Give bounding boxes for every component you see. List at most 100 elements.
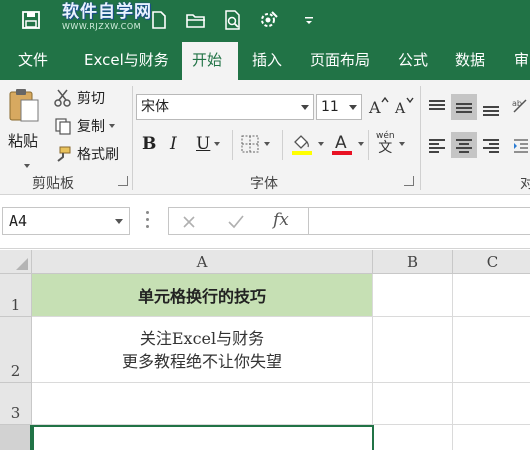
clipboard-dialog-launcher-icon[interactable] [118,176,128,186]
row-header-2[interactable]: 2 [0,317,32,383]
font-divider [232,130,233,160]
paste-button[interactable] [6,86,42,124]
underline-button[interactable]: U [196,134,221,154]
copy-label: 复制 [77,119,105,135]
paste-label: 粘贴 [8,132,39,150]
paste-dropdown-icon[interactable] [20,153,30,172]
formula-bar-resize-handle[interactable] [146,211,150,231]
formula-input[interactable] [308,207,530,235]
column-header-a[interactable]: A [32,250,373,274]
cell-b3[interactable] [373,383,453,425]
middle-align-button[interactable] [451,94,477,120]
watermark-main-text: 软件自学网 [62,2,152,22]
font-color-button[interactable]: A [330,132,364,156]
worksheet-grid: A B C 1 2 3 单元格换行的技巧 关注Excel与财务 更多教程绝不让你… [0,250,530,450]
bottom-align-button[interactable] [478,94,504,120]
quick-access-dropdown-icon[interactable] [298,9,313,31]
cell-b1[interactable] [373,274,453,317]
font-size-value: 11 [321,99,339,115]
svg-text:A: A [394,101,406,116]
tab-file[interactable]: 文件 [18,40,48,80]
font-divider [282,130,283,160]
cell-b2[interactable] [373,317,453,383]
borders-icon [241,135,259,153]
align-center-button[interactable] [451,132,477,158]
format-painter-button[interactable]: 格式刷 [54,144,119,164]
formula-bar: A4 fx [0,195,530,249]
font-size-select[interactable]: 11 [316,94,362,120]
phonetic-guide-button[interactable]: wén 文 [376,132,405,155]
cell-c1[interactable] [453,274,530,317]
fill-color-dropdown-icon[interactable] [318,142,324,146]
tab-formulas[interactable]: 公式 [398,40,428,80]
save-icon[interactable] [20,9,42,31]
cancel-icon[interactable] [181,214,197,230]
fill-color-button[interactable] [290,132,324,156]
row-header-4[interactable] [0,425,32,450]
font-dialog-launcher-icon[interactable] [404,176,414,186]
cell-c3[interactable] [453,383,530,425]
cell-c2[interactable] [453,317,530,383]
chevron-down-icon [349,105,357,110]
cell-b4[interactable] [373,425,453,450]
orientation-button[interactable]: ab [510,96,530,116]
borders-button[interactable] [240,134,270,154]
ribbon-tabs: 文件 Excel与财务 开始 插入 页面布局 公式 数据 审 [0,40,530,80]
column-header-b[interactable]: B [373,250,453,274]
top-align-button[interactable] [424,94,450,120]
paste-icon [9,89,39,122]
scissors-icon [54,89,71,107]
cell-a2[interactable]: 关注Excel与财务 更多教程绝不让你失望 [32,317,373,383]
align-right-button[interactable] [478,132,504,158]
bold-button[interactable]: B [142,134,156,154]
new-document-icon[interactable] [148,9,170,31]
ribbon-home: 粘贴 剪切 复制 格式刷 剪贴板 宋体 11 A A B I U A wén 文… [0,80,530,195]
clipboard-group-label: 剪贴板 [32,176,74,192]
print-preview-icon[interactable] [222,9,244,31]
row-header-1[interactable]: 1 [0,274,32,317]
copy-icon [55,118,71,135]
align-left-button[interactable] [424,132,450,158]
tab-page-layout[interactable]: 页面布局 [310,40,370,80]
column-header-c[interactable]: C [453,250,530,274]
formula-buttons: fx [168,207,308,235]
open-folder-icon[interactable] [185,9,207,31]
row-header-3[interactable]: 3 [0,383,32,425]
chevron-down-icon [301,105,309,110]
increase-font-size-button[interactable]: A [368,96,390,116]
group-divider [420,86,421,190]
cell-a1[interactable]: 单元格换行的技巧 [32,274,373,317]
row-number-2: 2 [10,362,21,380]
tab-excel-finance[interactable]: Excel与财务 [84,40,169,80]
font-color-icon: A [332,133,352,155]
tab-data[interactable]: 数据 [455,40,485,80]
cell-a4-selected[interactable] [32,425,374,450]
tab-review[interactable]: 审 [514,40,529,80]
format-painter-label: 格式刷 [77,147,119,163]
font-name-select[interactable]: 宋体 [136,94,314,120]
font-group-label: 字体 [250,176,278,192]
insert-function-button[interactable]: fx [273,210,289,230]
tab-insert[interactable]: 插入 [252,40,282,80]
underline-dropdown-icon[interactable] [214,142,221,146]
italic-button[interactable]: I [170,134,177,154]
tab-home[interactable]: 开始 [182,42,238,80]
font-color-dropdown-icon[interactable] [358,142,364,146]
copy-dropdown-icon[interactable] [109,124,115,128]
borders-dropdown-icon[interactable] [264,142,270,146]
select-all-button[interactable] [0,250,32,274]
cell-a3[interactable] [32,383,373,425]
cut-button[interactable]: 剪切 [54,88,105,108]
decrease-font-icon: A [394,97,414,116]
indent-button[interactable] [512,136,530,154]
decrease-font-size-button[interactable]: A [394,96,416,116]
increase-font-icon: A [368,96,389,116]
watermark-url-text: WWW.RJZXW.COM [62,22,142,31]
name-box[interactable]: A4 [2,207,130,235]
enter-check-icon[interactable] [227,214,245,230]
customize-tools-icon[interactable] [258,9,280,31]
copy-button[interactable]: 复制 [54,116,115,136]
cell-a2-line-2: 更多教程绝不让你失望 [121,351,282,371]
phonetic-dropdown-icon[interactable] [398,141,405,146]
cell-c4[interactable] [453,425,530,450]
